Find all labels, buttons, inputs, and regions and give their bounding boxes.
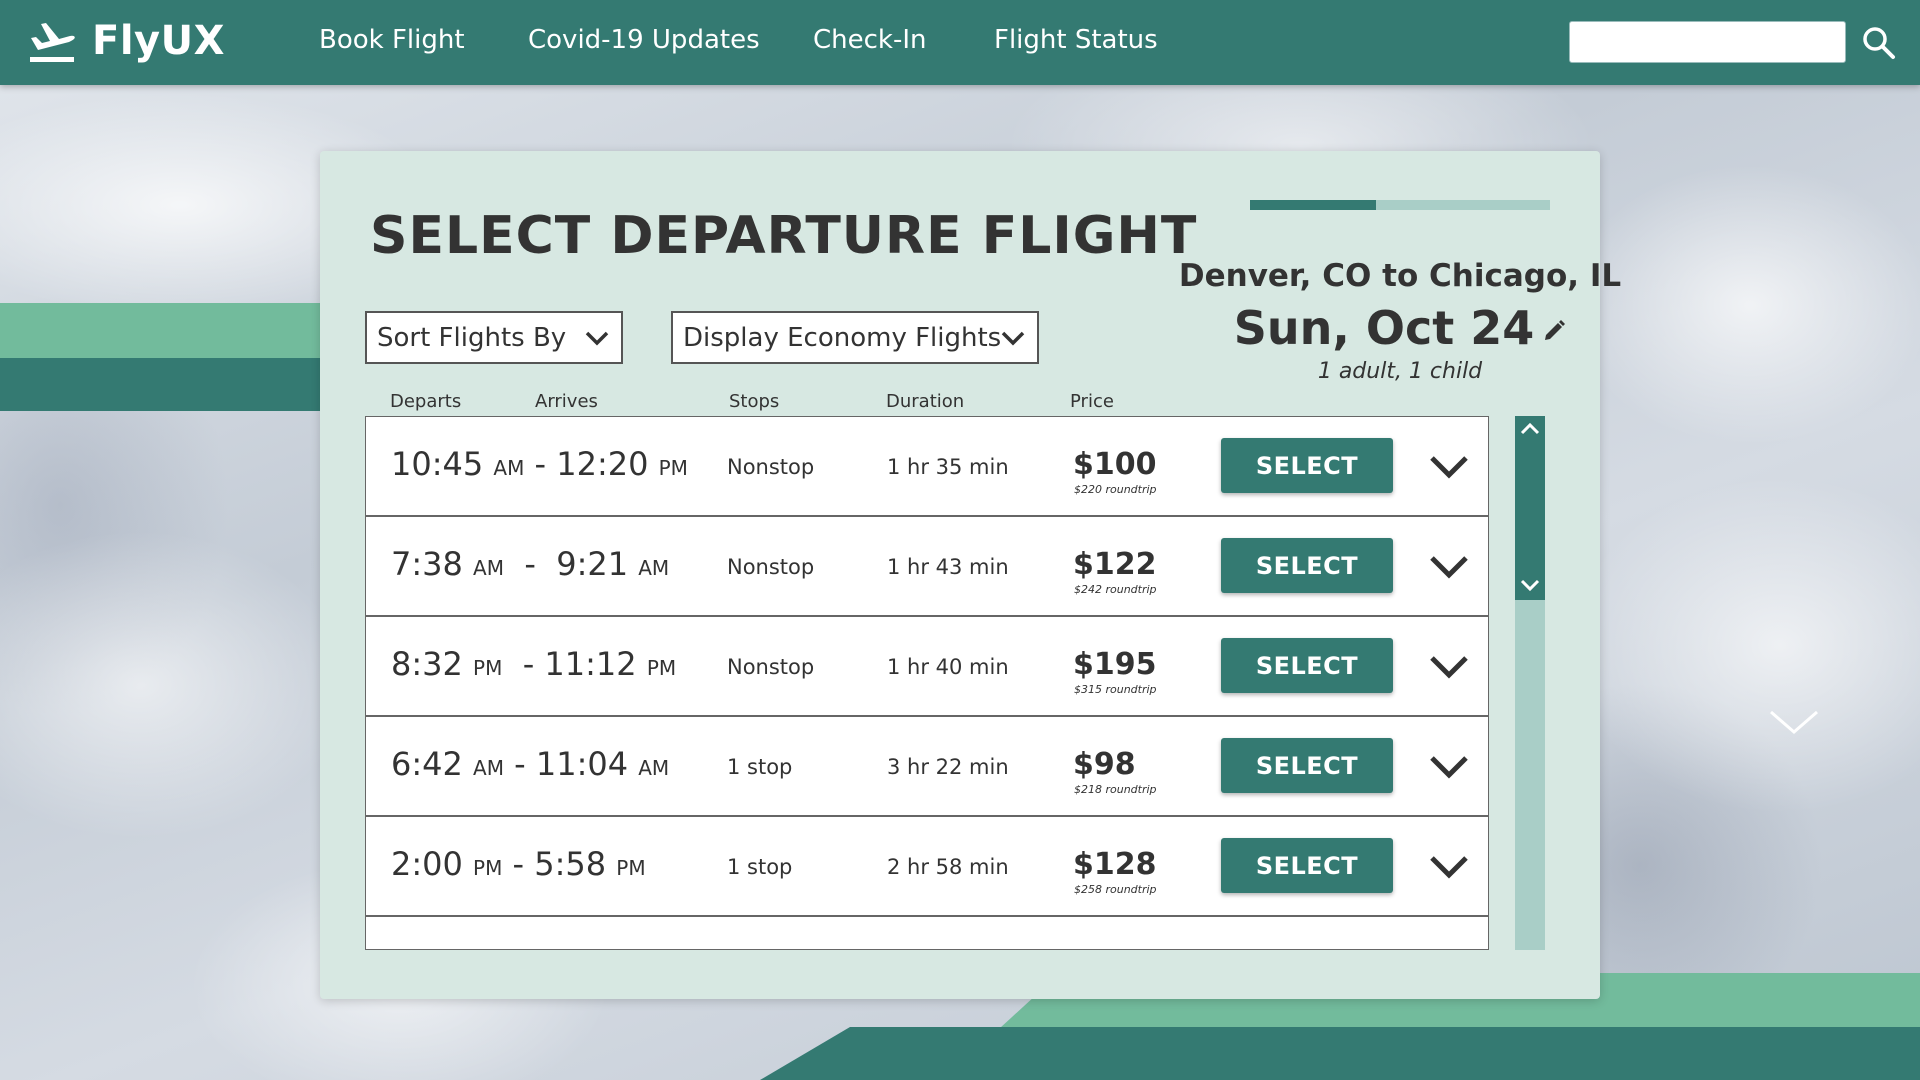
page-title: SELECT DEPARTURE FLIGHT xyxy=(370,206,1198,266)
travel-date-row: Sun, Oct 24 xyxy=(1170,301,1630,355)
flight-duration: 1 hr 40 min xyxy=(887,655,1009,679)
departure-ampm: PM xyxy=(473,656,503,680)
route-label: Denver, CO to Chicago, IL xyxy=(1178,258,1622,294)
roundtrip-price: $315 roundtrip xyxy=(1074,683,1157,696)
flight-row: 7:38 AM - 9:21 AM Nonstop 1 hr 43 min $1… xyxy=(366,517,1488,617)
flight-duration: 3 hr 22 min xyxy=(887,755,1009,779)
chevron-down-icon xyxy=(585,331,609,346)
brand-name: FlyUX xyxy=(92,18,225,64)
flight-row: 6:42 AM - 11:04 AM 1 stop 3 hr 22 min $9… xyxy=(366,717,1488,817)
arrival-time: 11:12 xyxy=(544,645,637,683)
flight-price: $195 xyxy=(1073,647,1157,682)
select-flight-button[interactable]: SELECT xyxy=(1221,638,1393,693)
flight-stops: Nonstop xyxy=(727,455,815,479)
pencil-icon[interactable] xyxy=(1542,319,1566,343)
decorative-band-light xyxy=(0,303,330,358)
flight-times: 10:45 AM - 12:20 PM xyxy=(391,445,688,483)
flight-row: 8:32 PM - 11:12 PM Nonstop 1 hr 40 min $… xyxy=(366,617,1488,717)
roundtrip-price: $258 roundtrip xyxy=(1074,883,1157,896)
roundtrip-price: $220 roundtrip xyxy=(1074,483,1157,496)
flight-price: $128 xyxy=(1073,847,1157,882)
flight-price: $100 xyxy=(1073,447,1157,482)
cabin-class-dropdown[interactable]: Display Economy Flights xyxy=(671,311,1039,364)
top-navbar: FlyUX Book Flight Covid-19 Updates Check… xyxy=(0,0,1920,85)
chevron-down-icon[interactable] xyxy=(1428,651,1470,681)
flight-price: $98 xyxy=(1073,747,1136,782)
scrollbar-thumb[interactable] xyxy=(1515,416,1545,600)
nav-flight-status[interactable]: Flight Status xyxy=(994,25,1158,55)
sort-flights-label: Sort Flights By xyxy=(377,322,567,353)
column-header-stops: Stops xyxy=(729,391,780,412)
departure-time: 8:32 xyxy=(391,645,463,683)
flight-times: 7:38 AM - 9:21 AM xyxy=(391,545,670,583)
departure-time: 6:42 xyxy=(391,745,463,783)
chevron-down-icon xyxy=(1001,331,1025,346)
nav-covid-updates[interactable]: Covid-19 Updates xyxy=(528,25,760,55)
select-flight-button[interactable]: SELECT xyxy=(1221,838,1393,893)
arrival-time: 5:58 xyxy=(534,845,607,883)
chevron-down-icon[interactable] xyxy=(1428,551,1470,581)
airplane-takeoff-icon xyxy=(30,23,75,62)
search-icon[interactable] xyxy=(1862,26,1896,60)
arrival-ampm: AM xyxy=(638,556,670,580)
booking-progress-bar xyxy=(1250,200,1550,210)
flight-list[interactable]: 10:45 AM - 12:20 PM Nonstop 1 hr 35 min … xyxy=(365,416,1489,950)
nav-book-flight[interactable]: Book Flight xyxy=(319,25,465,55)
departure-time: 2:00 xyxy=(391,845,463,883)
chevron-down-icon[interactable] xyxy=(1428,851,1470,881)
flight-selection-card: SELECT DEPARTURE FLIGHT Denver, CO to Ch… xyxy=(320,151,1621,999)
departure-ampm: AM xyxy=(473,556,504,580)
flight-duration: 1 hr 35 min xyxy=(887,455,1009,479)
departure-time: 7:38 xyxy=(391,545,463,583)
flight-list-scrollbar[interactable] xyxy=(1515,416,1545,950)
arrival-ampm: PM xyxy=(646,656,677,680)
chevron-down-icon[interactable] xyxy=(1428,451,1470,481)
flight-times: 6:42 AM - 11:04 AM xyxy=(391,745,670,783)
arrival-time: 12:20 xyxy=(556,445,649,483)
select-flight-button[interactable]: SELECT xyxy=(1221,438,1393,493)
arrival-time: 9:21 xyxy=(556,545,629,583)
flight-duration: 2 hr 58 min xyxy=(887,855,1009,879)
select-flight-button[interactable]: SELECT xyxy=(1221,538,1393,593)
flight-times: 8:32 PM - 11:12 PM xyxy=(391,645,677,683)
roundtrip-price: $218 roundtrip xyxy=(1074,783,1157,796)
brand-logo[interactable]: FlyUX xyxy=(28,18,225,64)
decorative-band-dark xyxy=(0,358,330,411)
flight-row: 2:00 PM - 5:58 PM 1 stop 2 hr 58 min $12… xyxy=(366,817,1488,917)
flight-times: 2:00 PM - 5:58 PM xyxy=(391,845,646,883)
cabin-class-label: Display Economy Flights xyxy=(683,322,1002,353)
arrival-ampm: PM xyxy=(616,856,646,880)
departure-time: 10:45 xyxy=(391,445,484,483)
flight-row: 10:45 AM - 12:20 PM Nonstop 1 hr 35 min … xyxy=(366,417,1488,517)
chevron-down-icon[interactable] xyxy=(1519,576,1541,594)
scroll-down-icon[interactable] xyxy=(1768,708,1820,736)
decorative-band-dark-bottom xyxy=(760,1027,1920,1080)
flight-price: $122 xyxy=(1073,547,1157,582)
departure-ampm: AM xyxy=(473,756,504,780)
column-header-duration: Duration xyxy=(886,391,965,412)
travel-date: Sun, Oct 24 xyxy=(1233,301,1535,355)
column-header-arrives: Arrives xyxy=(535,391,598,412)
arrival-ampm: PM xyxy=(658,456,688,480)
column-header-departs: Departs xyxy=(390,391,462,412)
nav-check-in[interactable]: Check-In xyxy=(813,25,927,55)
sort-flights-dropdown[interactable]: Sort Flights By xyxy=(365,311,623,364)
select-flight-button[interactable]: SELECT xyxy=(1221,738,1393,793)
chevron-up-icon[interactable] xyxy=(1519,420,1541,438)
arrival-time: 11:04 xyxy=(535,745,629,783)
flight-duration: 1 hr 43 min xyxy=(887,555,1009,579)
departure-ampm: PM xyxy=(473,856,503,880)
passenger-summary: 1 adult, 1 child xyxy=(1317,359,1483,384)
departure-ampm: AM xyxy=(493,456,525,480)
flight-stops: 1 stop xyxy=(727,755,793,779)
arrival-ampm: AM xyxy=(638,756,670,780)
column-header-price: Price xyxy=(1070,391,1114,412)
flight-stops: Nonstop xyxy=(727,555,815,579)
flight-stops: 1 stop xyxy=(727,855,793,879)
booking-progress-fill xyxy=(1250,200,1376,210)
flight-stops: Nonstop xyxy=(727,655,815,679)
roundtrip-price: $242 roundtrip xyxy=(1074,583,1157,596)
chevron-down-icon[interactable] xyxy=(1428,751,1470,781)
search-input[interactable] xyxy=(1569,21,1846,63)
